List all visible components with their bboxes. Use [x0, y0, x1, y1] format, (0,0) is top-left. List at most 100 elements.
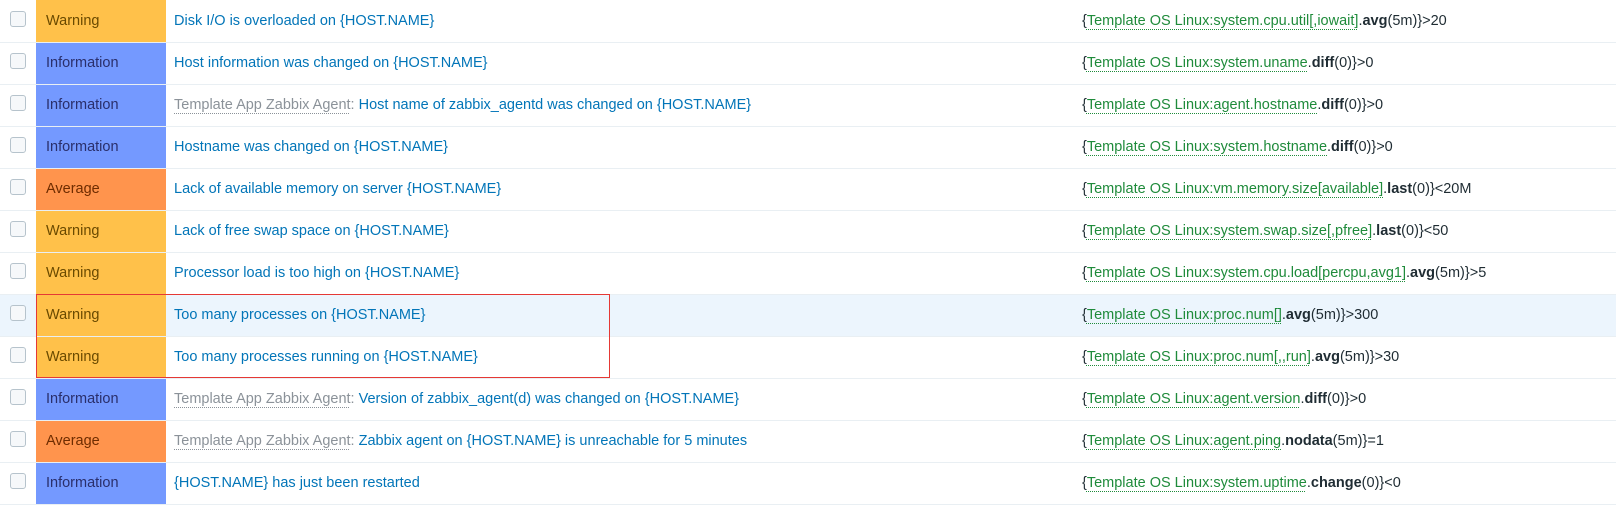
expression-tail: }>300: [1341, 307, 1379, 323]
trigger-name-cell: Template App Zabbix Agent: Zabbix agent …: [166, 420, 1076, 462]
expression-item-link[interactable]: Template OS Linux:system.cpu.load[percpu…: [1087, 265, 1406, 281]
expression-cell: {Template OS Linux:agent.version.diff(0)…: [1076, 378, 1616, 420]
trigger-name-link[interactable]: Lack of available memory on server {HOST…: [174, 181, 501, 197]
expression-item-link[interactable]: Template OS Linux:proc.num[,,run]: [1087, 349, 1311, 365]
severity-cell: Information: [36, 378, 166, 420]
expression-arg: 0: [1339, 55, 1347, 71]
trigger-name-link[interactable]: Processor load is too high on {HOST.NAME…: [174, 265, 459, 281]
expression-item-link[interactable]: Template OS Linux:system.hostname: [1087, 139, 1327, 155]
expression-cell: {Template OS Linux:proc.num[,,run].avg(5…: [1076, 336, 1616, 378]
expression-cell: {Template OS Linux:system.cpu.load[percp…: [1076, 252, 1616, 294]
expression-function: avg(5m): [1362, 13, 1417, 29]
row-checkbox[interactable]: [10, 137, 26, 153]
table-row: InformationHost information was changed …: [0, 42, 1616, 84]
expression-tail: }>0: [1371, 139, 1392, 155]
row-checkbox[interactable]: [10, 473, 26, 489]
expression-cell: {Template OS Linux:proc.num[].avg(5m)}>3…: [1076, 294, 1616, 336]
template-link[interactable]: Template App Zabbix Agent: [174, 433, 351, 449]
expression-function: diff(0): [1331, 139, 1371, 155]
expression-cell: {Template OS Linux:system.swap.size[,pfr…: [1076, 210, 1616, 252]
trigger-name-link[interactable]: Hostname was changed on {HOST.NAME}: [174, 139, 448, 155]
row-checkbox[interactable]: [10, 263, 26, 279]
trigger-name-cell: Lack of available memory on server {HOST…: [166, 168, 1076, 210]
expression-arg: 5m: [1338, 433, 1358, 449]
expression-tail: }<50: [1419, 223, 1448, 239]
expression-item-link[interactable]: Template OS Linux:system.uname: [1087, 55, 1308, 71]
triggers-table: Warning Disk I/O is overloaded on {HOST.N…: [0, 0, 1616, 505]
expression-item-link[interactable]: Template OS Linux:proc.num[]: [1087, 307, 1282, 323]
table-row: Information{HOST.NAME} has just been res…: [0, 462, 1616, 504]
expression-cell: {Template OS Linux:agent.hostname.diff(0…: [1076, 84, 1616, 126]
trigger-name-cell: Host information was changed on {HOST.NA…: [166, 42, 1076, 84]
severity-cell: Information: [36, 126, 166, 168]
expression-arg: 0: [1358, 139, 1366, 155]
trigger-name-cell: Template App Zabbix Agent: Host name of …: [166, 84, 1076, 126]
table-row: InformationTemplate App Zabbix Agent: Ho…: [0, 84, 1616, 126]
expression-function: diff(0): [1304, 391, 1344, 407]
table-row: Information Hostname was changed on {HOST…: [0, 126, 1616, 168]
expression-function: avg(5m): [1315, 349, 1370, 365]
trigger-name-link[interactable]: Too many processes on {HOST.NAME}: [174, 307, 425, 323]
row-checkbox[interactable]: [10, 347, 26, 363]
row-checkbox[interactable]: [10, 95, 26, 111]
row-checkbox[interactable]: [10, 305, 26, 321]
trigger-name-cell: Template App Zabbix Agent: Version of za…: [166, 378, 1076, 420]
row-checkbox[interactable]: [10, 431, 26, 447]
table-row: Warning Lack of free swap space on {HOST.…: [0, 210, 1616, 252]
row-checkbox[interactable]: [10, 53, 26, 69]
trigger-name-cell: Processor load is too high on {HOST.NAME…: [166, 252, 1076, 294]
trigger-name-link[interactable]: Host information was changed on {HOST.NA…: [174, 55, 488, 71]
expression-item-link[interactable]: Template OS Linux:vm.memory.size[availab…: [1087, 181, 1383, 197]
table-row: Warning Too many processes running on {HO…: [0, 336, 1616, 378]
row-checkbox[interactable]: [10, 221, 26, 237]
expression-tail: }>5: [1465, 265, 1486, 281]
row-checkbox[interactable]: [10, 389, 26, 405]
expression-tail: }>0: [1352, 55, 1373, 71]
severity-cell: Average: [36, 420, 166, 462]
expression-cell: {Template OS Linux:system.uname.diff(0)}…: [1076, 42, 1616, 84]
severity-cell: Warning: [36, 210, 166, 252]
expression-arg: 0: [1367, 475, 1375, 491]
expression-tail: }>20: [1417, 13, 1446, 29]
severity-cell: Information: [36, 84, 166, 126]
row-checkbox[interactable]: [10, 179, 26, 195]
severity-cell: Warning: [36, 294, 166, 336]
expression-arg: 5m: [1316, 307, 1336, 323]
trigger-name-link[interactable]: Host name of zabbix_agentd was changed o…: [359, 97, 752, 113]
expression-function: avg(5m): [1286, 307, 1341, 323]
severity-cell: Warning: [36, 0, 166, 42]
expression-tail: }=1: [1363, 433, 1384, 449]
table-row: Warning Disk I/O is overloaded on {HOST.N…: [0, 0, 1616, 42]
trigger-name-link[interactable]: Disk I/O is overloaded on {HOST.NAME}: [174, 13, 434, 29]
expression-item-link[interactable]: Template OS Linux:system.uptime: [1087, 475, 1307, 491]
template-link[interactable]: Template App Zabbix Agent: [174, 97, 351, 113]
expression-tail: }<0: [1379, 475, 1400, 491]
trigger-name-cell: {HOST.NAME} has just been restarted: [166, 462, 1076, 504]
expression-tail: }>30: [1370, 349, 1399, 365]
expression-item-link[interactable]: Template OS Linux:agent.ping: [1087, 433, 1281, 449]
trigger-name-link[interactable]: {HOST.NAME} has just been restarted: [174, 475, 420, 491]
trigger-name-cell: Too many processes on {HOST.NAME}: [166, 294, 1076, 336]
expression-function: avg(5m): [1410, 265, 1465, 281]
expression-function: last(0): [1376, 223, 1419, 239]
trigger-name-link[interactable]: Version of zabbix_agent(d) was changed o…: [359, 391, 739, 407]
severity-cell: Warning: [36, 336, 166, 378]
expression-function: diff(0): [1312, 55, 1352, 71]
trigger-name-cell: Disk I/O is overloaded on {HOST.NAME}: [166, 0, 1076, 42]
expression-tail: }>0: [1362, 97, 1383, 113]
trigger-name-cell: Lack of free swap space on {HOST.NAME}: [166, 210, 1076, 252]
trigger-name-cell: Too many processes running on {HOST.NAME…: [166, 336, 1076, 378]
separator: :: [351, 433, 359, 449]
separator: :: [351, 391, 359, 407]
expression-arg: 5m: [1345, 349, 1365, 365]
template-link[interactable]: Template App Zabbix Agent: [174, 391, 351, 407]
row-checkbox[interactable]: [10, 11, 26, 27]
expression-item-link[interactable]: Template OS Linux:system.swap.size[,pfre…: [1087, 223, 1372, 239]
trigger-name-link[interactable]: Zabbix agent on {HOST.NAME} is unreachab…: [359, 433, 747, 449]
trigger-name-link[interactable]: Lack of free swap space on {HOST.NAME}: [174, 223, 449, 239]
expression-item-link[interactable]: Template OS Linux:agent.hostname: [1087, 97, 1318, 113]
expression-arg: 0: [1417, 181, 1425, 197]
expression-item-link[interactable]: Template OS Linux:system.cpu.util[,iowai…: [1087, 13, 1359, 29]
expression-item-link[interactable]: Template OS Linux:agent.version: [1087, 391, 1301, 407]
trigger-name-link[interactable]: Too many processes running on {HOST.NAME…: [174, 349, 478, 365]
